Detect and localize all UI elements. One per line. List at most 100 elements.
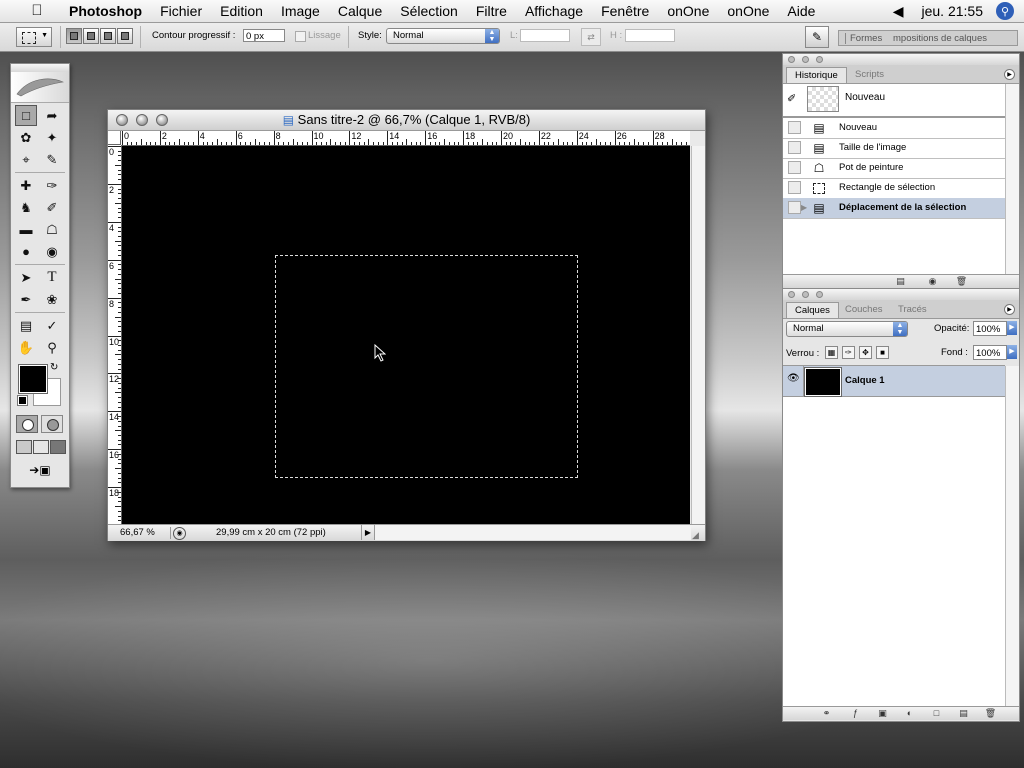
history-panel-titlebar[interactable] [783, 54, 1019, 65]
close-window-icon[interactable] [116, 114, 128, 126]
screen-mode-full-icon[interactable] [50, 440, 66, 454]
swap-colors-icon[interactable]: ↻ [50, 362, 58, 373]
menu-app-photoshop[interactable]: Photoshop [60, 0, 151, 22]
version-cue-icon[interactable]: ◉ [173, 527, 186, 540]
menu-affichage[interactable]: Affichage [516, 0, 592, 22]
history-state[interactable]: ☖ Pot de peinture [783, 158, 1005, 179]
lock-position-icon[interactable]: ✥ [859, 346, 872, 359]
photoshop-feather-logo[interactable] [11, 72, 69, 103]
history-state-checkbox[interactable] [788, 161, 801, 174]
lock-all-icon[interactable]: ■ [876, 346, 889, 359]
vertical-ruler[interactable]: 0 2 4 6 8 10 12 14 16 18 [108, 145, 122, 525]
panel-zoom-icon[interactable] [816, 56, 823, 63]
standard-mode-button[interactable] [16, 415, 38, 433]
snapshot-row[interactable]: ✐ Nouveau [783, 84, 1005, 118]
lasso-tool-icon[interactable]: ✿ [15, 127, 37, 148]
path-selection-tool-icon[interactable]: ➤ [15, 267, 37, 288]
menu-edition[interactable]: Edition [211, 0, 272, 22]
horizontal-scrollbar[interactable] [375, 525, 691, 540]
new-document-from-state-icon[interactable]: ▤ [894, 276, 907, 287]
vertical-scrollbar[interactable] [691, 146, 705, 524]
new-layer-icon[interactable]: ▤ [957, 708, 970, 719]
menubar-clock[interactable]: jeu. 21:55 [913, 0, 993, 22]
zoom-level[interactable]: 66,67 % [120, 525, 155, 541]
menu-aide[interactable]: Aide [778, 0, 824, 22]
jump-to-imageready-icon[interactable]: ➔▣ [16, 461, 64, 479]
history-state-checkbox[interactable] [788, 141, 801, 154]
crop-tool-icon[interactable]: ⌖ [15, 149, 37, 170]
eraser-tool-icon[interactable]: ▬ [15, 219, 37, 240]
lock-transparency-icon[interactable]: ▦ [825, 346, 838, 359]
layer-style-icon[interactable]: ƒ [849, 708, 862, 719]
foreground-color-swatch-front[interactable] [18, 364, 48, 394]
well-tab-formes[interactable]: Formes [845, 33, 882, 44]
pen-tool-icon[interactable]: ✒ [15, 289, 37, 310]
layer-name[interactable]: Calque 1 [845, 375, 885, 386]
document-title-bar[interactable]: ▤ Sans titre-2 @ 66,7% (Calque 1, RVB/8) [108, 110, 705, 131]
type-tool-icon[interactable]: T [41, 267, 63, 288]
tab-scripts[interactable]: Scripts [847, 67, 892, 83]
volume-icon[interactable]: ◀ [884, 0, 913, 22]
history-state-checkbox[interactable] [788, 201, 801, 214]
tab-couches[interactable]: Couches [837, 302, 891, 318]
zoom-window-icon[interactable] [156, 114, 168, 126]
slice-tool-icon[interactable]: ✎ [41, 149, 63, 170]
swap-dimensions-icon[interactable]: ⇄ [581, 28, 601, 46]
menu-onone-1[interactable]: onOne [658, 0, 718, 22]
image-canvas[interactable] [122, 146, 690, 525]
screen-mode-full-menu-icon[interactable] [33, 440, 49, 454]
eyedropper-tool-icon[interactable]: ✓ [41, 315, 63, 336]
opacity-input[interactable]: 100% [973, 321, 1007, 336]
subtract-from-selection-button[interactable] [100, 28, 116, 44]
history-brush-tool-icon[interactable]: ✐ [41, 197, 63, 218]
paint-bucket-tool-icon[interactable]: ☖ [41, 219, 63, 240]
lock-image-icon[interactable]: ✑ [842, 346, 855, 359]
trash-icon[interactable]: 🗑 [984, 708, 997, 719]
apple-menu-icon[interactable]:  [18, 0, 56, 22]
layer-visibility-eye-icon[interactable]: 👁 [787, 373, 800, 384]
adjustment-layer-icon[interactable]: ◐ [903, 708, 916, 719]
zoom-tool-icon[interactable]: ⚲ [41, 337, 63, 358]
width-input[interactable] [520, 29, 570, 42]
panel-menu-icon[interactable]: ▶ [1004, 304, 1015, 315]
hand-tool-icon[interactable]: ✋ [15, 337, 37, 358]
default-colors-icon[interactable] [17, 395, 28, 406]
history-scrollbar[interactable] [1005, 84, 1019, 274]
well-tab-compositions[interactable]: mpositions de calques [893, 33, 987, 44]
layers-panel-titlebar[interactable] [783, 289, 1019, 300]
menu-image[interactable]: Image [272, 0, 329, 22]
screen-mode-standard-icon[interactable] [16, 440, 32, 454]
panel-close-icon[interactable] [788, 56, 795, 63]
panel-minimize-icon[interactable] [802, 56, 809, 63]
minimize-window-icon[interactable] [136, 114, 148, 126]
intersect-selection-button[interactable] [117, 28, 133, 44]
trash-icon[interactable]: 🗑 [955, 276, 968, 287]
menu-onone-2[interactable]: onOne [718, 0, 778, 22]
style-select[interactable]: Normal ▲ ▼ [386, 28, 500, 44]
new-selection-button[interactable] [66, 28, 82, 44]
menu-fichier[interactable]: Fichier [151, 0, 211, 22]
palette-well-toggle-icon[interactable]: ✎ [805, 26, 829, 48]
move-tool-icon[interactable]: ➦ [41, 105, 63, 126]
clone-stamp-tool-icon[interactable]: ♞ [15, 197, 37, 218]
antialias-checkbox[interactable] [295, 31, 306, 42]
height-input[interactable] [625, 29, 675, 42]
menu-fenetre[interactable]: Fenêtre [592, 0, 658, 22]
dodge-tool-icon[interactable]: ◉ [41, 241, 63, 262]
spotlight-search-icon[interactable]: ⚲ [996, 2, 1014, 20]
panel-close-icon[interactable] [788, 291, 795, 298]
tab-traces[interactable]: Tracés [890, 302, 935, 318]
selection-marquee[interactable] [275, 255, 578, 478]
add-to-selection-button[interactable] [83, 28, 99, 44]
notes-tool-icon[interactable]: ▤ [15, 315, 37, 336]
rectangular-marquee-tool-icon[interactable]: □ [15, 105, 37, 126]
history-state[interactable]: ▤ Taille de l'image [783, 138, 1005, 159]
ruler-origin[interactable] [108, 131, 121, 145]
add-mask-icon[interactable]: ▣ [876, 708, 889, 719]
quick-mask-mode-button[interactable] [41, 415, 63, 433]
new-snapshot-icon[interactable]: ◉ [926, 276, 939, 287]
magic-wand-tool-icon[interactable]: ✦ [41, 127, 63, 148]
history-state[interactable]: ▤ Nouveau [783, 118, 1005, 139]
healing-brush-tool-icon[interactable]: ✚ [15, 175, 37, 196]
fill-slider-arrow-icon[interactable]: ▶ [1007, 345, 1017, 359]
